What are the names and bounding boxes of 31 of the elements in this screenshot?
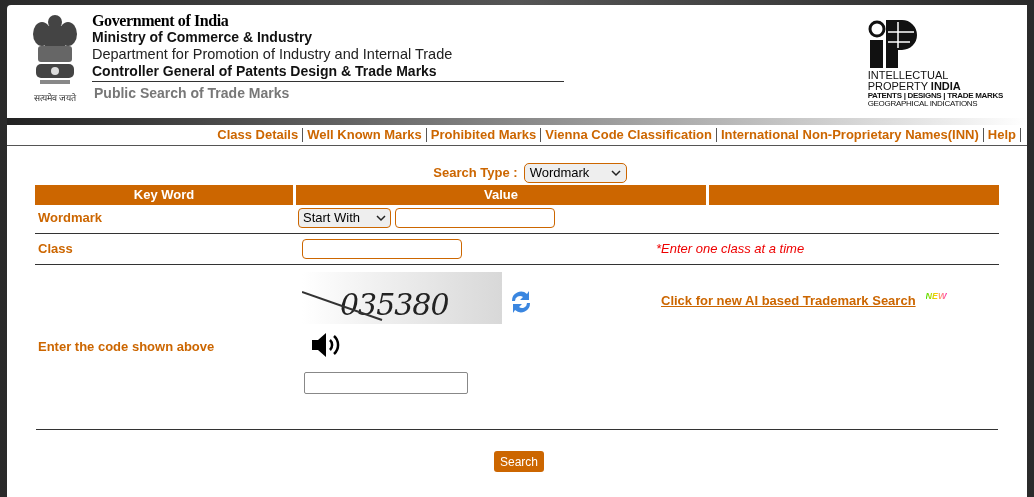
government-title: Government of India bbox=[92, 12, 230, 29]
captcha-image: 035380 bbox=[302, 272, 502, 324]
captcha-input[interactable] bbox=[304, 372, 468, 394]
row-label: Wordmark bbox=[37, 209, 104, 228]
ministry-title: Ministry of Commerce & Industry bbox=[92, 29, 314, 46]
nav-link[interactable]: International Non-Proprietary Names(INN) bbox=[716, 125, 983, 145]
emblem-motto: सत्यमेव जयते bbox=[33, 93, 77, 103]
speaker-icon[interactable] bbox=[311, 332, 342, 358]
controller-title: Controller General of Patents Design & Trade Marks bbox=[92, 63, 564, 82]
nav-link[interactable]: Vienna Code Classification bbox=[541, 125, 716, 145]
ip-india-logo: INTELLECTUAL PROPERTY INDIA PATENTS | DESIGNS | TRADE MARKS GEOGRAPHICAL INDICATIONS bbox=[867, 20, 1003, 108]
nav-link[interactable]: Prohibited Marks bbox=[426, 125, 541, 145]
wordmark-input[interactable] bbox=[395, 208, 555, 228]
caret-icon bbox=[610, 169, 621, 177]
ai-search-link[interactable]: Click for new AI based Trademark Search bbox=[661, 291, 916, 311]
page-subtitle: Public Search of Trade Marks bbox=[94, 84, 291, 102]
caret-icon bbox=[376, 214, 386, 222]
captcha-label: Enter the code shown above bbox=[38, 337, 216, 356]
class-input[interactable] bbox=[302, 239, 462, 259]
search-type-label: Search Type : bbox=[433, 164, 518, 183]
column-header: Key Word bbox=[35, 185, 293, 205]
match-select[interactable]: Start With bbox=[298, 208, 391, 228]
nav-link[interactable]: Help bbox=[983, 125, 1020, 145]
row-label: Class bbox=[37, 240, 74, 259]
class-note: *Enter one class at a time bbox=[656, 240, 805, 259]
search-type-select[interactable]: Wordmark bbox=[523, 163, 627, 183]
nav-link[interactable]: Class Details bbox=[213, 125, 303, 145]
column-header: Value bbox=[296, 185, 706, 205]
search-button[interactable]: Search bbox=[494, 451, 544, 472]
nav-link[interactable]: Well Known Marks bbox=[303, 125, 426, 145]
department-title: Department for Promotion of Industry and Internal Trade bbox=[92, 46, 454, 63]
